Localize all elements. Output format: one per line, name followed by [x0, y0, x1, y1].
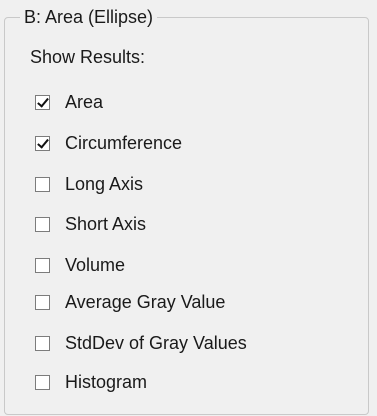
stddev-gray-values-checkbox[interactable] — [35, 335, 50, 351]
average-gray-value-checkbox[interactable] — [35, 294, 50, 310]
option-long-axis[interactable]: Long Axis — [35, 173, 143, 195]
option-volume[interactable]: Volume — [35, 254, 125, 276]
option-stddev-gray-values[interactable]: StdDev of Gray Values — [35, 332, 247, 354]
volume-checkbox[interactable] — [35, 257, 50, 273]
option-histogram[interactable]: Histogram — [35, 371, 147, 393]
area-label: Area — [65, 92, 104, 112]
long-axis-checkbox[interactable] — [35, 176, 50, 192]
long-axis-label: Long Axis — [65, 174, 144, 194]
option-average-gray-value[interactable]: Average Gray Value — [35, 291, 225, 313]
volume-label: Volume — [65, 255, 126, 275]
average-gray-value-label: Average Gray Value — [65, 292, 226, 312]
area-checkbox[interactable] — [35, 94, 50, 110]
show-results-label: Show Results: — [30, 47, 146, 67]
short-axis-label: Short Axis — [65, 214, 147, 234]
option-area[interactable]: Area — [35, 91, 103, 113]
option-circumference[interactable]: Circumference — [35, 132, 182, 154]
group-box-title: B: Area (Ellipse) — [20, 6, 158, 28]
histogram-checkbox[interactable] — [35, 374, 50, 390]
option-short-axis[interactable]: Short Axis — [35, 213, 146, 235]
short-axis-checkbox[interactable] — [35, 216, 50, 232]
stddev-gray-values-label: StdDev of Gray Values — [65, 333, 247, 353]
circumference-label: Circumference — [65, 133, 183, 153]
histogram-label: Histogram — [65, 372, 148, 392]
circumference-checkbox[interactable] — [35, 135, 50, 151]
